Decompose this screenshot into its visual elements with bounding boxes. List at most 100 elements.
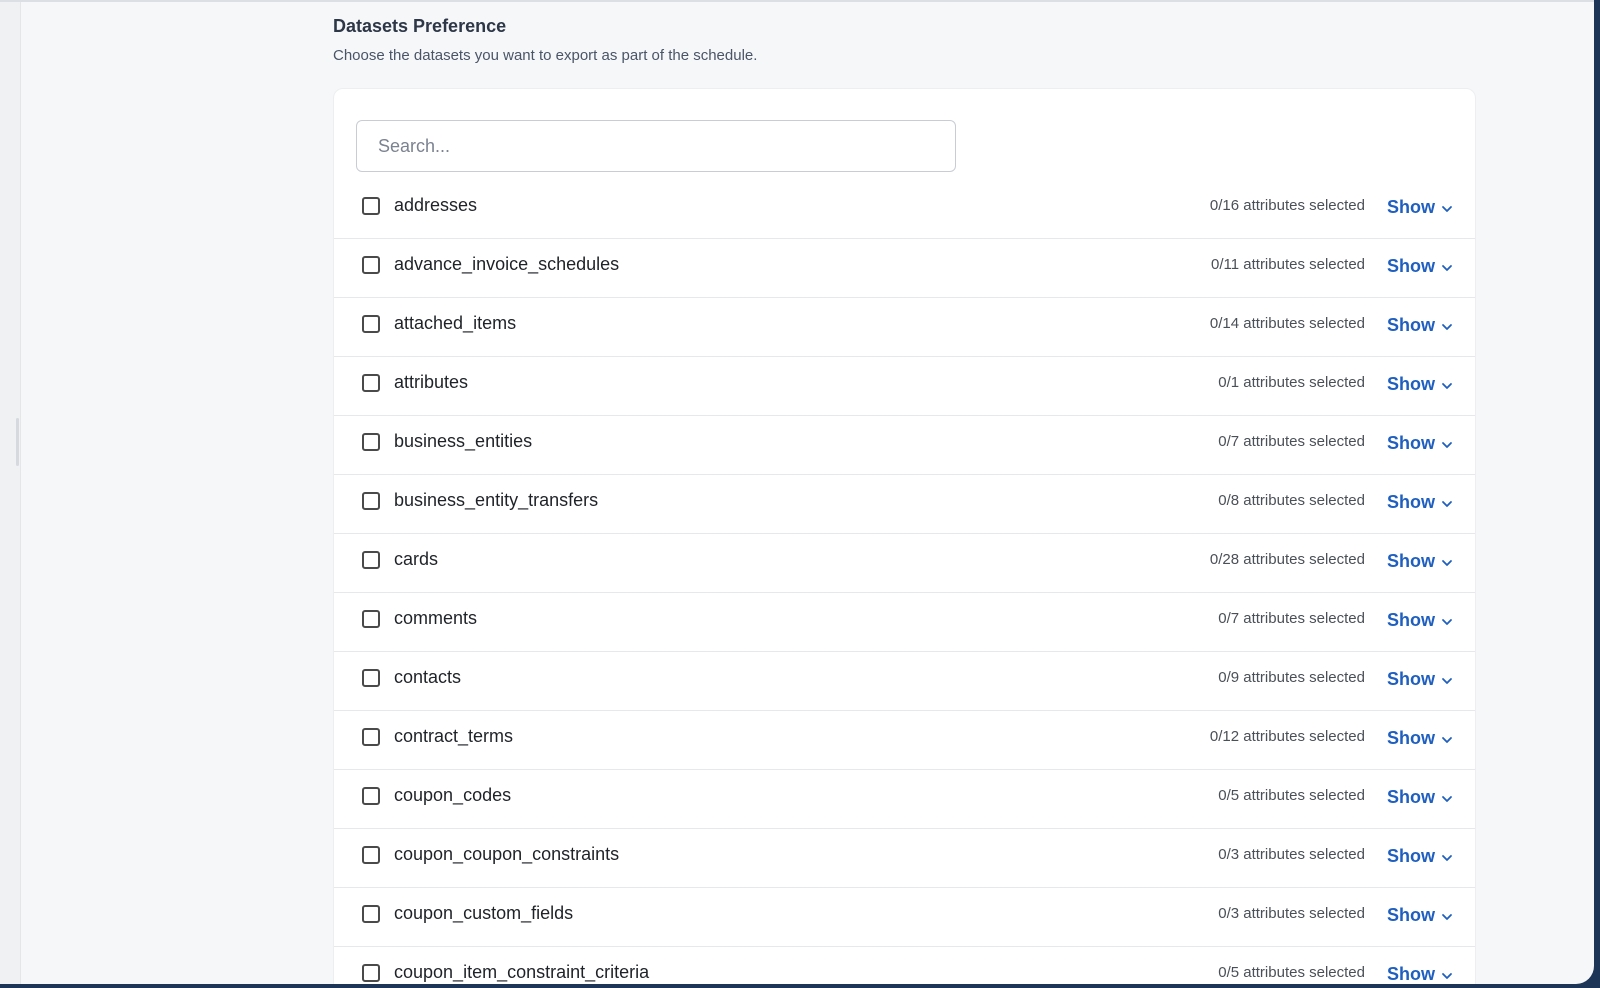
dataset-row: addresses 0/16 attributes selected Show [334, 180, 1475, 239]
show-attributes-button[interactable]: Show [1387, 960, 1453, 984]
show-attributes-button[interactable]: Show [1387, 901, 1453, 929]
dataset-checkbox[interactable] [362, 787, 380, 805]
dataset-name: advance_invoice_schedules [394, 254, 620, 274]
dataset-checkbox[interactable] [362, 492, 380, 510]
show-label: Show [1387, 845, 1435, 866]
attributes-selected-count: 0/11 attributes selected [1211, 256, 1365, 273]
section-description: Choose the datasets you want to export a… [333, 47, 758, 64]
dataset-checkbox[interactable] [362, 433, 380, 451]
dataset-row: coupon_codes 0/5 attributes selected Sho… [334, 770, 1475, 829]
chevron-down-icon [1442, 737, 1452, 743]
show-attributes-button[interactable]: Show [1387, 724, 1453, 752]
dataset-row: attached_items 0/14 attributes selected … [334, 298, 1475, 357]
show-label: Show [1387, 196, 1435, 217]
dataset-name: addresses [394, 195, 478, 215]
dataset-name: contacts [394, 667, 462, 687]
dataset-row: business_entity_transfers 0/8 attributes… [334, 475, 1475, 534]
dataset-checkbox[interactable] [362, 846, 380, 864]
chevron-down-icon [1442, 796, 1452, 802]
show-label: Show [1387, 550, 1435, 571]
dataset-row: contacts 0/9 attributes selected Show [334, 652, 1475, 711]
show-label: Show [1387, 373, 1435, 394]
dataset-checkbox[interactable] [362, 374, 380, 392]
attributes-selected-count: 0/7 attributes selected [1218, 610, 1365, 627]
left-sidebar-rail [0, 2, 21, 984]
dataset-name: contract_terms [394, 726, 514, 746]
dataset-name: coupon_custom_fields [394, 903, 574, 923]
show-label: Show [1387, 668, 1435, 689]
dataset-row: cards 0/28 attributes selected Show [334, 534, 1475, 593]
attributes-selected-count: 0/12 attributes selected [1209, 728, 1365, 745]
dataset-row: contract_terms 0/12 attributes selected … [334, 711, 1475, 770]
dataset-checkbox[interactable] [362, 669, 380, 687]
chevron-down-icon [1442, 265, 1452, 271]
dataset-name: attached_items [394, 313, 517, 333]
app-window: Datasets Preference Choose the datasets … [0, 0, 1594, 984]
dataset-row: coupon_custom_fields 0/3 attributes sele… [334, 888, 1475, 947]
dataset-row: business_entities 0/7 attributes selecte… [334, 416, 1475, 475]
dataset-checkbox[interactable] [362, 197, 380, 215]
attributes-selected-count: 0/8 attributes selected [1218, 492, 1365, 509]
chevron-down-icon [1442, 206, 1452, 212]
show-attributes-button[interactable]: Show [1387, 193, 1453, 221]
show-attributes-button[interactable]: Show [1387, 370, 1453, 398]
show-label: Show [1387, 314, 1435, 335]
dataset-row: comments 0/7 attributes selected Show [334, 593, 1475, 652]
dataset-name: business_entity_transfers [394, 490, 599, 510]
dataset-checkbox[interactable] [362, 964, 380, 982]
dataset-list: addresses 0/16 attributes selected Show … [334, 180, 1475, 984]
dataset-name: coupon_coupon_constraints [394, 844, 620, 864]
dataset-row: coupon_coupon_constraints 0/3 attributes… [334, 829, 1475, 888]
chevron-down-icon [1442, 324, 1452, 330]
section-title: Datasets Preference [333, 16, 507, 36]
attributes-selected-count: 0/14 attributes selected [1209, 315, 1365, 332]
show-label: Show [1387, 786, 1435, 807]
dataset-name: attributes [394, 372, 469, 392]
show-attributes-button[interactable]: Show [1387, 665, 1453, 693]
show-attributes-button[interactable]: Show [1387, 252, 1453, 280]
attributes-selected-count: 0/28 attributes selected [1209, 551, 1365, 568]
dataset-row: attributes 0/1 attributes selected Show [334, 357, 1475, 416]
show-label: Show [1387, 609, 1435, 630]
chevron-down-icon [1442, 442, 1452, 448]
dataset-row: advance_invoice_schedules 0/11 attribute… [334, 239, 1475, 298]
chevron-down-icon [1442, 973, 1452, 979]
dataset-checkbox[interactable] [362, 551, 380, 569]
show-attributes-button[interactable]: Show [1387, 606, 1453, 634]
attributes-selected-count: 0/3 attributes selected [1218, 846, 1365, 863]
show-label: Show [1387, 727, 1435, 748]
dataset-checkbox[interactable] [362, 728, 380, 746]
dataset-name: coupon_item_constraint_criteria [394, 962, 650, 982]
dataset-checkbox[interactable] [362, 905, 380, 923]
datasets-card: addresses 0/16 attributes selected Show … [333, 88, 1476, 984]
chevron-down-icon [1442, 619, 1452, 625]
search-input[interactable] [356, 120, 956, 172]
dataset-name: coupon_codes [394, 785, 512, 805]
show-attributes-button[interactable]: Show [1387, 842, 1453, 870]
show-attributes-button[interactable]: Show [1387, 547, 1453, 575]
chevron-down-icon [1442, 383, 1452, 389]
attributes-selected-count: 0/3 attributes selected [1218, 905, 1365, 922]
show-attributes-button[interactable]: Show [1387, 488, 1453, 516]
show-label: Show [1387, 963, 1435, 984]
show-label: Show [1387, 432, 1435, 453]
chevron-down-icon [1442, 678, 1452, 684]
dataset-checkbox[interactable] [362, 610, 380, 628]
show-attributes-button[interactable]: Show [1387, 783, 1453, 811]
chevron-down-icon [1442, 501, 1452, 507]
chevron-down-icon [1442, 560, 1452, 566]
attributes-selected-count: 0/7 attributes selected [1218, 433, 1365, 450]
show-label: Show [1387, 904, 1435, 925]
chevron-down-icon [1442, 855, 1452, 861]
sidebar-resize-handle[interactable] [16, 418, 19, 466]
show-label: Show [1387, 491, 1435, 512]
dataset-checkbox[interactable] [362, 256, 380, 274]
show-attributes-button[interactable]: Show [1387, 429, 1453, 457]
chevron-down-icon [1442, 914, 1452, 920]
dataset-checkbox[interactable] [362, 315, 380, 333]
attributes-selected-count: 0/16 attributes selected [1209, 197, 1365, 214]
attributes-selected-count: 0/5 attributes selected [1218, 964, 1365, 981]
show-attributes-button[interactable]: Show [1387, 311, 1453, 339]
attributes-selected-count: 0/5 attributes selected [1218, 787, 1365, 804]
dataset-name: comments [394, 608, 478, 628]
